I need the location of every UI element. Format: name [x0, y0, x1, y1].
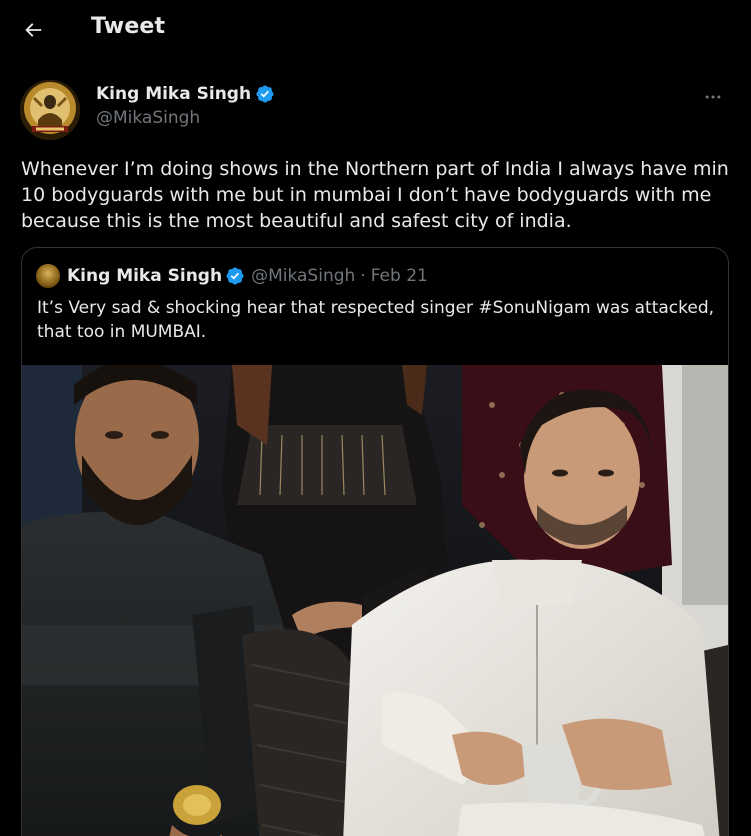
tweet-text: Whenever I’m doing shows in the Northern…: [21, 158, 729, 232]
quoted-separator: ·: [360, 266, 366, 286]
quoted-tweet-header: King Mika Singh @MikaSingh · Feb 21: [36, 264, 428, 288]
back-button[interactable]: [14, 11, 52, 49]
more-horizontal-icon: [705, 95, 721, 99]
tweet-author: King Mika Singh @MikaSingh: [20, 80, 732, 140]
author-handle[interactable]: @MikaSingh: [96, 108, 275, 128]
photo-image: [22, 365, 728, 836]
page-title: Tweet: [91, 14, 166, 39]
quoted-author-handle: @MikaSingh: [251, 266, 356, 286]
top-bar: Tweet: [0, 0, 751, 60]
display-name-line: King Mika Singh: [96, 82, 275, 106]
arrow-left-icon: [25, 23, 42, 37]
verified-badge-icon: [256, 85, 274, 103]
avatar-image: [20, 80, 80, 140]
tweet-page: Tweet King Mika Singh @MikaSingh Wheneve…: [0, 0, 751, 836]
author-display-name[interactable]: King Mika Singh: [96, 84, 251, 104]
quoted-avatar: [36, 264, 60, 288]
avatar[interactable]: [20, 80, 80, 140]
quoted-tweet-text: It’s Very sad & shocking hear that respe…: [37, 298, 715, 342]
verified-badge-icon: [226, 267, 244, 285]
quoted-tweet-card[interactable]: King Mika Singh @MikaSingh · Feb 21 It’s…: [21, 247, 729, 836]
quoted-date[interactable]: Feb 21: [371, 266, 428, 286]
quoted-author-display-name: King Mika Singh: [67, 266, 223, 286]
author-names: King Mika Singh @MikaSingh: [96, 82, 275, 128]
more-button[interactable]: [698, 82, 728, 112]
quoted-media-photo[interactable]: [22, 365, 728, 836]
